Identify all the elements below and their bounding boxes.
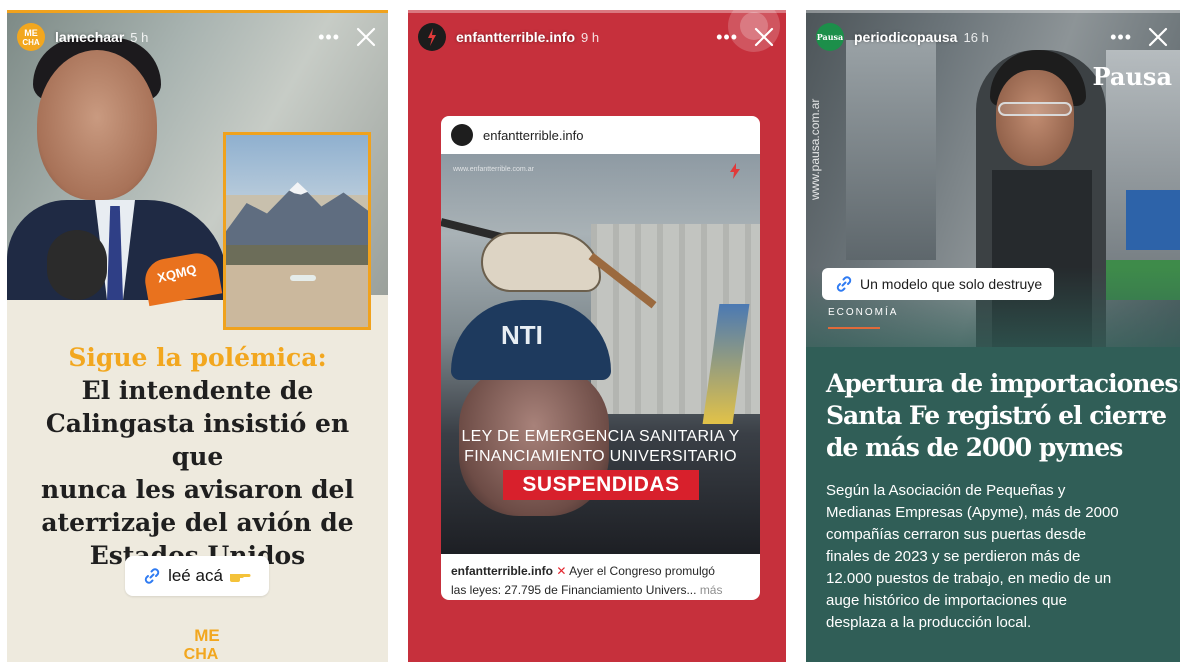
headline-line: Calingasta insistió en que <box>45 409 350 471</box>
avatar[interactable]: ME CHA <box>17 23 45 51</box>
red-cross-icon: ✕ <box>556 564 567 578</box>
story-header: Pausa periodicopausa 16 h ••• <box>816 22 1170 52</box>
post-image-caption: LEY DE EMERGENCIA SANITARIA Y <box>461 428 740 445</box>
story-progress-bar <box>806 10 1180 13</box>
lamechaar-logo: ME CHA <box>22 28 40 47</box>
svg-text:CHA: CHA <box>22 38 40 47</box>
post-caption-text: las leyes: 27.795 de Financiamiento Univ… <box>451 583 697 597</box>
pointing-hand-icon <box>229 574 251 582</box>
headline-lead: Sigue la polémica: <box>68 343 327 372</box>
masthead: Pausa <box>1092 62 1172 91</box>
post-caption-user: enfantterrible.info <box>451 564 554 578</box>
post-image: NTI www.enfantterrible.com.ar LEY DE EME… <box>441 154 760 554</box>
close-icon[interactable] <box>1146 25 1170 49</box>
lightning-icon <box>730 163 740 179</box>
post-image-badge: SUSPENDIDAS <box>503 470 699 500</box>
link-sticker[interactable]: leé acá <box>125 556 269 596</box>
story-progress-bar <box>7 10 388 13</box>
story-lamechaar[interactable]: XQMQ ME CHA lamechaar 5 h ••• Sigue la p… <box>7 10 388 662</box>
post-caption-more[interactable]: más <box>700 583 723 597</box>
toy-helicopter <box>481 232 601 292</box>
safety-glasses <box>998 102 1072 116</box>
headline-line: Apertura de importaciones: <box>826 369 1180 398</box>
headline-line: nunca les avisaron del <box>41 475 354 504</box>
lead-line: desplaza a la producción local. <box>826 614 1032 631</box>
link-sticker-label: leé acá <box>168 566 223 585</box>
story-header: enfantterrible.info 9 h ••• <box>418 22 776 52</box>
link-icon <box>144 568 160 584</box>
enfantterrible-logo <box>419 24 445 50</box>
story-headline: Apertura de importaciones: Santa Fe regi… <box>826 368 1180 464</box>
headline-line: El intendente de <box>81 376 314 405</box>
lamechaar-logo: ME CHA <box>184 626 220 662</box>
post-avatar <box>451 124 473 146</box>
post-caption: enfantterrible.info ✕ Ayer el Congreso p… <box>451 562 752 600</box>
lead-line: finales de 2023 y se perdieron más de <box>826 548 1081 565</box>
embedded-post-card[interactable]: enfantterrible.info NTI www.enfantterrib… <box>441 116 760 600</box>
more-horizontal-icon[interactable]: ••• <box>1110 28 1132 46</box>
close-icon[interactable] <box>354 25 378 49</box>
more-horizontal-icon[interactable]: ••• <box>318 28 340 46</box>
category-label: ECONOMÍA <box>828 307 899 318</box>
story-progress-bar <box>408 10 786 13</box>
avatar[interactable]: Pausa <box>816 23 844 51</box>
lead-line: 12.000 puestos de trabajo, en medio de u… <box>826 570 1112 587</box>
headline-line: aterrizaje del avión de <box>41 508 354 537</box>
side-url: www.pausa.com.ar <box>808 98 822 200</box>
svg-text:CHA: CHA <box>184 646 219 662</box>
lead-line: auge histórico de importaciones que <box>826 592 1067 609</box>
headline-line: de más de 2000 pymes <box>826 433 1123 462</box>
post-image-caption: FINANCIAMIENTO UNIVERSITARIO <box>464 448 737 465</box>
story-username[interactable]: periodicopausa <box>854 29 957 45</box>
story-periodicopausa[interactable]: www.pausa.com.ar Pausa Pausa periodicopa… <box>806 10 1180 662</box>
pausa-logo: Pausa <box>817 32 844 42</box>
lead-line: Medianas Empresas (Apyme), más de 2000 <box>826 504 1119 521</box>
avatar[interactable] <box>418 23 446 51</box>
microphone <box>47 230 107 300</box>
story-time: 9 h <box>581 29 600 45</box>
post-watermark: www.enfantterrible.com.ar <box>453 166 534 173</box>
link-icon <box>836 276 852 292</box>
story-time: 5 h <box>130 29 149 45</box>
post-header: enfantterrible.info <box>441 116 760 154</box>
story-time: 16 h <box>963 29 989 45</box>
lead-line: compañías cerraron sus puertas desde <box>826 526 1087 543</box>
svg-text:Pausa: Pausa <box>817 32 844 42</box>
svg-text:ME: ME <box>24 28 38 38</box>
cap-text: NTI <box>501 320 543 350</box>
post-caption-text: Ayer el Congreso promulgó <box>569 564 715 578</box>
close-icon[interactable] <box>752 25 776 49</box>
story-lead-text: Según la Asociación de Pequeñas y Median… <box>826 480 1174 634</box>
story-enfantterrible[interactable]: enfantterrible.info 9 h ••• enfantterrib… <box>408 10 786 662</box>
more-horizontal-icon[interactable]: ••• <box>716 28 738 46</box>
headline-line: Santa Fe registró el cierre <box>826 401 1167 430</box>
airplane <box>290 275 316 281</box>
lead-line: Según la Asociación de Pequeñas y <box>826 482 1066 499</box>
link-sticker-label: Un modelo que solo destruye <box>860 276 1043 292</box>
story-header: ME CHA lamechaar 5 h ••• <box>17 22 378 52</box>
post-account-name: enfantterrible.info <box>483 127 584 143</box>
link-sticker[interactable]: Un modelo que solo destruye <box>822 268 1055 300</box>
story-headline: Sigue la polémica: El intendente de Cali… <box>7 342 388 572</box>
inset-photo-airfield <box>223 132 371 330</box>
svg-text:ME: ME <box>194 626 220 645</box>
story-username[interactable]: lamechaar <box>55 29 124 45</box>
category-rule <box>828 327 880 329</box>
story-username[interactable]: enfantterrible.info <box>456 29 575 45</box>
